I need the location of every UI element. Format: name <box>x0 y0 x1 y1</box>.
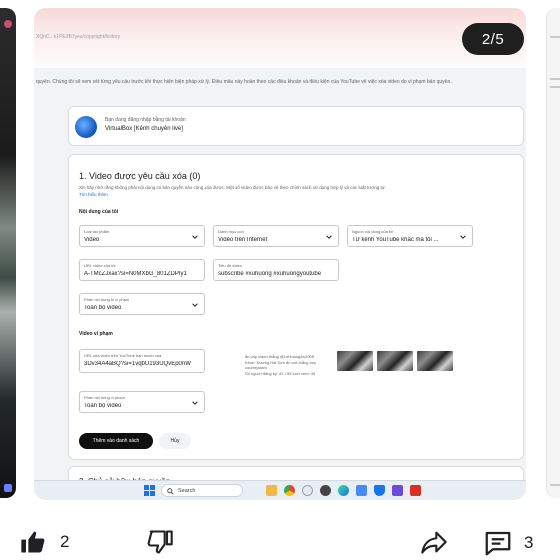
previous-image-peek[interactable] <box>0 8 16 498</box>
subcategory-select[interactable]: Danh mục con Video trên Internet <box>213 225 339 247</box>
field-value: Toàn bộ video <box>84 305 122 311</box>
url-text: XQnC...k1PE2B7yes/copyright/history <box>36 34 121 40</box>
takedown-form: Bạn đang đăng nhập bằng tài khoản Virtua… <box>68 106 526 496</box>
field-label: URL video của tôi <box>84 263 116 268</box>
violating-part-select[interactable]: Phần nội dung vi phạm Toàn bộ video <box>79 391 205 413</box>
content-heading: Nội dung của tôi <box>79 209 119 215</box>
field-label: Danh mục con <box>218 229 244 234</box>
app-icon <box>4 484 12 492</box>
field-label: Phần nội dung bị vi phạm <box>84 297 130 302</box>
thumbs-up-icon <box>21 531 45 553</box>
app-icon[interactable] <box>410 485 421 496</box>
learn-more-link[interactable]: Tìm hiểu thêm <box>79 192 108 197</box>
field-label: Phần nội dung vi phạm <box>84 395 125 400</box>
comment-count: 3 <box>524 533 534 552</box>
video-thumbnail[interactable] <box>337 351 373 371</box>
comment-icon <box>485 531 511 556</box>
chevron-down-icon <box>192 235 198 239</box>
field-value: Video <box>84 237 100 243</box>
share-arrow-icon <box>421 531 447 554</box>
section-description: Xin hãy nhớ rằng không phải nội dung có … <box>79 185 387 190</box>
windows-taskbar: Search <box>34 480 526 500</box>
content-source-select[interactable]: Nguồn nội dung của tôi Từ kênh YouTube k… <box>347 225 473 247</box>
cancel-button[interactable]: Hủy <box>159 433 191 449</box>
video-thumbnail[interactable] <box>417 351 453 371</box>
section-requested-videos: 1. Video được yêu cầu xóa (0) Xin hãy nh… <box>68 154 524 460</box>
carousel-counter: 2/5 <box>462 23 524 55</box>
edge-icon[interactable] <box>338 485 349 496</box>
search-placeholder: Search <box>178 487 196 494</box>
video-thumbnail[interactable] <box>377 351 413 371</box>
field-value: 3Dv34A4aBQ?si=1vqbU193UQvEp0nW <box>84 361 191 367</box>
violating-heading: Video vi phạm <box>79 331 113 337</box>
app-icon <box>4 20 12 28</box>
chevron-down-icon <box>326 235 332 239</box>
app-icon[interactable] <box>392 485 403 496</box>
file-explorer-icon[interactable] <box>266 485 277 496</box>
channel-avatar <box>75 116 97 138</box>
account-caption: Bạn đang đăng nhập bằng tài khoản <box>105 117 186 123</box>
next-image-peek[interactable] <box>546 8 560 498</box>
defender-icon[interactable] <box>374 485 385 496</box>
app-icon[interactable] <box>302 485 313 496</box>
field-label: Nguồn nội dung của tôi <box>352 229 394 234</box>
field-label: URL của video trên YouTube bạn muốn xóa <box>84 353 162 358</box>
dislike-button[interactable] <box>145 528 175 556</box>
windows-start-icon[interactable] <box>144 485 155 496</box>
info-line: Số người đăng ký: 42 • 55 lượt xem: 49 <box>245 370 316 376</box>
account-card: Bạn đang đăng nhập bằng tài khoản Virtua… <box>68 106 524 146</box>
work-type-select[interactable]: Loại tác phẩm Video <box>79 225 205 247</box>
store-icon[interactable] <box>356 485 367 496</box>
thumbs-down-icon <box>147 530 173 554</box>
violating-url-field[interactable]: URL của video trên YouTube bạn muốn xóa … <box>79 349 205 373</box>
video-title-field[interactable]: Tiêu đề video subscribe #xuhuong #xuhuon… <box>213 259 339 281</box>
field-value: A-TMcZJxax?si=N0MXbG_801ZDPIy1 <box>84 271 187 277</box>
search-icon <box>167 488 174 495</box>
share-button[interactable] <box>418 528 450 556</box>
field-value: Từ kênh YouTube khác mà tôi ... <box>352 237 439 243</box>
app-icon[interactable] <box>320 485 331 496</box>
my-video-url-field[interactable]: URL video của tôi A-TMcZJxax?si=N0MXbG_8… <box>79 259 205 281</box>
chevron-down-icon <box>460 235 466 239</box>
field-value: subscribe #xuhuong #xuhuongyoutube <box>218 271 322 277</box>
violating-video-info: ẩn cấp video thẳng @LeHoangAn2005 Kênh: … <box>245 354 333 376</box>
add-to-list-button[interactable]: Thêm vào danh sách <box>79 433 153 449</box>
account-name: VirtualBox [Kênh chuyên live] <box>105 126 183 132</box>
comment-button[interactable]: 3 <box>482 528 533 558</box>
post-view: XQnC...k1PE2B7yes/copyright/history 2/5 … <box>0 0 560 560</box>
chrome-icon[interactable] <box>284 485 295 496</box>
field-value: Toàn bộ video <box>84 403 122 409</box>
notice-text: quyền. Chúng tôi sẽ xem xét từng yêu cầu… <box>36 79 452 85</box>
post-actions-bar: 2 3 <box>0 520 560 560</box>
section-title: 1. Video được yêu cầu xóa (0) <box>79 171 201 181</box>
field-label: Tiêu đề video <box>218 263 242 268</box>
carousel-image[interactable]: XQnC...k1PE2B7yes/copyright/history 2/5 … <box>34 8 526 500</box>
field-label: Loại tác phẩm <box>84 229 110 234</box>
field-value: Video trên Internet <box>218 237 268 243</box>
like-count: 2 <box>60 532 70 551</box>
chevron-down-icon <box>192 303 198 307</box>
chevron-down-icon <box>192 401 198 405</box>
taskbar-search-box[interactable]: Search <box>161 484 243 497</box>
infringed-part-select[interactable]: Phần nội dung bị vi phạm Toàn bộ video <box>79 293 205 315</box>
like-button[interactable]: 2 <box>18 528 69 556</box>
